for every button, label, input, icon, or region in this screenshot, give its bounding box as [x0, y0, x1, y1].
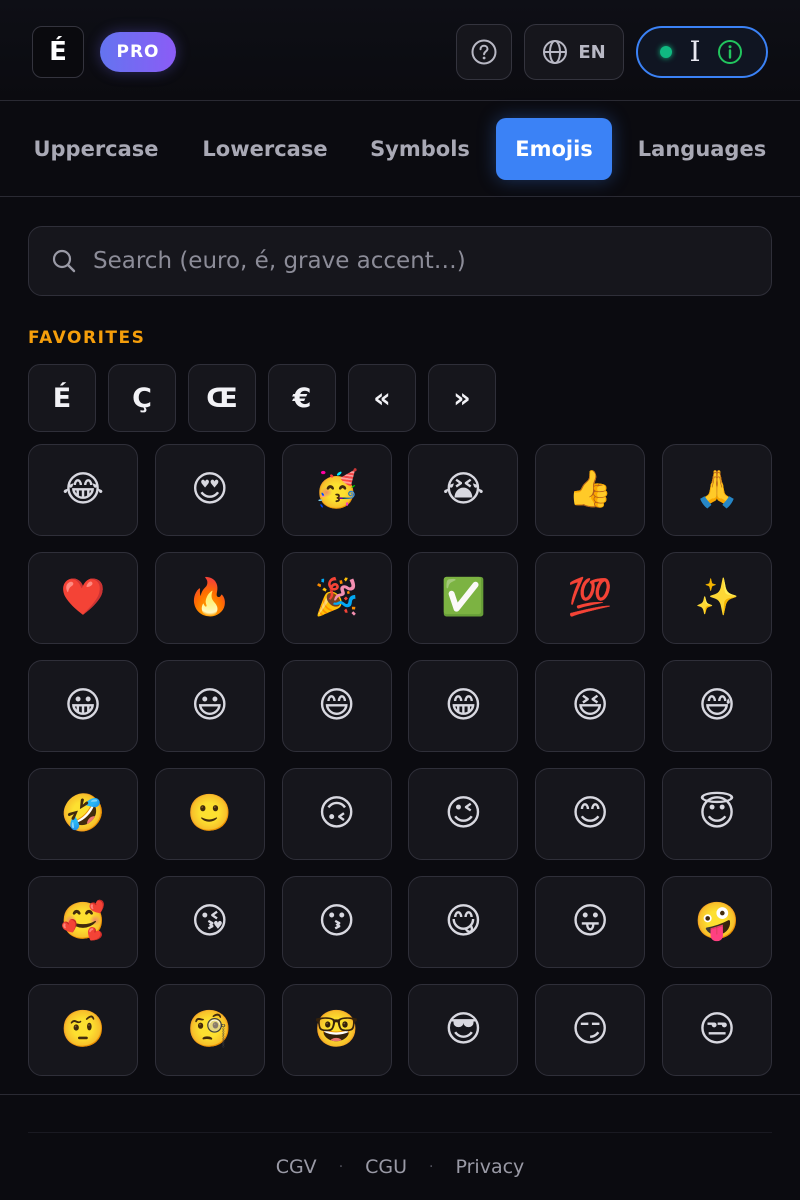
emoji-key[interactable]: 🥳: [281, 444, 392, 536]
emoji-key[interactable]: 😗: [281, 876, 392, 968]
info-icon: [718, 40, 743, 64]
favorites-title: FAVORITES: [28, 328, 146, 348]
emoji-key[interactable]: 😄: [281, 660, 392, 752]
tab-uppercase[interactable]: Uppercase: [20, 118, 172, 180]
tab-emojis[interactable]: Emojis: [496, 118, 612, 180]
language-button[interactable]: EN: [524, 24, 624, 80]
emoji-key[interactable]: 😃: [154, 660, 265, 752]
header: É PRO EN I: [0, 0, 800, 101]
emoji-key[interactable]: 🙏: [661, 444, 772, 536]
emoji-key[interactable]: 🔥: [154, 552, 265, 644]
favorite-key[interactable]: Œ: [188, 364, 256, 432]
search-bar: [28, 226, 772, 296]
status-indicator-dot: [660, 46, 673, 58]
favorite-key[interactable]: €: [268, 364, 336, 432]
search-input[interactable]: [93, 241, 733, 281]
emoji-key[interactable]: 😂: [28, 444, 138, 536]
category-tabs: Uppercase Lowercase Symbols Emojis Langu…: [0, 101, 800, 197]
help-icon: [471, 39, 497, 65]
emoji-key[interactable]: 😅: [661, 660, 772, 752]
footer-separator: ·: [338, 1159, 344, 1175]
pro-badge[interactable]: PRO: [100, 32, 176, 72]
emoji-key[interactable]: 👍: [535, 444, 646, 536]
emoji-key[interactable]: 😊: [535, 768, 646, 860]
footer-separator: ·: [429, 1159, 434, 1175]
emoji-key[interactable]: 😒: [661, 984, 772, 1076]
emoji-key[interactable]: 🙂: [154, 768, 265, 860]
emoji-key[interactable]: 😁: [408, 660, 519, 752]
favorites-row: É Ç Œ € « »: [28, 364, 496, 432]
app-logo[interactable]: É: [32, 26, 84, 78]
emoji-key[interactable]: 😆: [535, 660, 646, 752]
emoji-key[interactable]: ❤️: [28, 552, 138, 644]
globe-icon: [543, 40, 568, 64]
emoji-key[interactable]: 😎: [408, 984, 519, 1076]
emoji-key[interactable]: 😭: [408, 444, 519, 536]
emoji-key[interactable]: 🤓: [281, 984, 392, 1076]
app-root: É PRO EN I Uppercase Lowercase Symbols E…: [0, 0, 800, 1200]
status-pill[interactable]: I: [636, 26, 768, 78]
emoji-key[interactable]: 💯: [535, 552, 646, 644]
footer-link-privacy[interactable]: Privacy: [456, 1156, 525, 1178]
emoji-key[interactable]: ✨: [661, 552, 772, 644]
emoji-key[interactable]: 🙃: [281, 768, 392, 860]
tab-languages[interactable]: Languages: [626, 118, 778, 180]
favorite-key[interactable]: »: [428, 364, 496, 432]
search-icon: [52, 249, 76, 273]
language-label: EN: [578, 41, 606, 63]
emoji-key[interactable]: 🥰: [28, 876, 138, 968]
emoji-key[interactable]: 😏: [535, 984, 646, 1076]
help-button[interactable]: [456, 24, 512, 80]
emoji-key[interactable]: 🧐: [154, 984, 265, 1076]
emoji-key[interactable]: ✅: [408, 552, 519, 644]
favorite-key[interactable]: É: [28, 364, 96, 432]
emoji-key[interactable]: 😉: [408, 768, 519, 860]
tab-symbols[interactable]: Symbols: [356, 118, 484, 180]
emoji-key[interactable]: 😛: [535, 876, 646, 968]
emoji-key[interactable]: 😋: [408, 876, 519, 968]
footer-links: CGV · CGU · Privacy: [0, 1152, 800, 1182]
emoji-key[interactable]: 😀: [28, 660, 138, 752]
emoji-key[interactable]: 😍: [154, 444, 265, 536]
text-cursor-icon: I: [689, 35, 701, 68]
favorite-key[interactable]: «: [348, 364, 416, 432]
emoji-key[interactable]: 😘: [154, 876, 265, 968]
emoji-grid: 😂 😍 🥳 😭 👍 🙏 ❤️ 🔥 🎉 ✅ 💯 ✨ 😀 😃 😄 😁 😆 😅 🤣 🙂…: [28, 444, 772, 1076]
tab-lowercase[interactable]: Lowercase: [188, 118, 342, 180]
emoji-key[interactable]: 🎉: [281, 552, 392, 644]
emoji-key[interactable]: 🤪: [661, 876, 772, 968]
emoji-key[interactable]: 😇: [661, 768, 772, 860]
footer-link-cgu[interactable]: CGU: [365, 1156, 407, 1178]
emoji-key[interactable]: 🤣: [28, 768, 138, 860]
emoji-key[interactable]: 🤨: [28, 984, 138, 1076]
footer-divider: [0, 1094, 800, 1095]
footer-divider-inner: [28, 1132, 772, 1133]
footer-link-cgv[interactable]: CGV: [276, 1156, 317, 1178]
favorite-key[interactable]: Ç: [108, 364, 176, 432]
